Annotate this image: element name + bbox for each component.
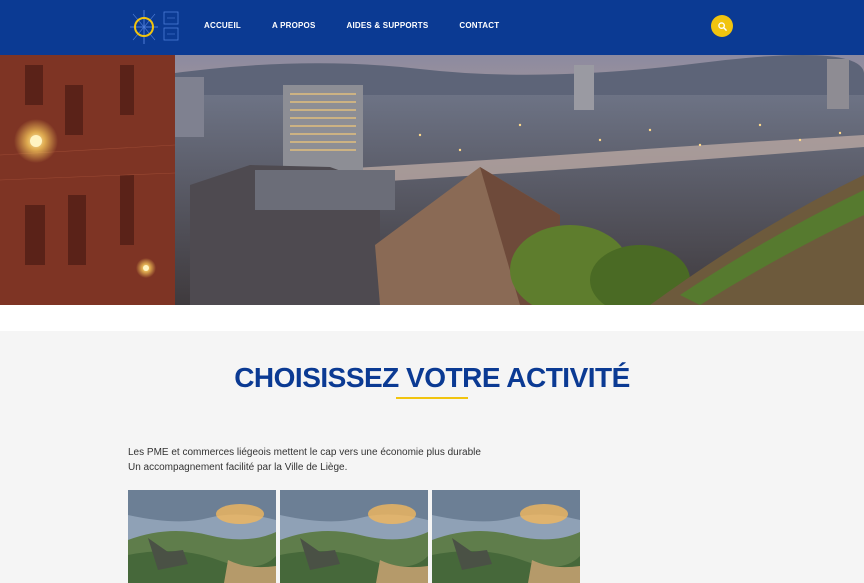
site-header: ACCUEIL A PROPOS AIDES & SUPPORTS CONTAC… [0,0,864,55]
section-title: CHOISISSEZ VOTRE ACTIVITÉ [234,362,630,393]
hero-image [0,55,864,305]
search-icon [717,21,727,31]
nav-contact[interactable]: CONTACT [459,21,499,30]
nav-a-propos[interactable]: A PROPOS [272,21,316,30]
activity-card[interactable] [280,490,428,583]
activity-cards [128,490,584,583]
search-button[interactable] [711,15,733,37]
intro-line-1: Les PME et commerces liégeois mettent le… [128,447,481,458]
nav-accueil[interactable]: ACCUEIL [204,21,241,30]
site-logo[interactable] [128,8,180,46]
nav-aides-supports[interactable]: AIDES & SUPPORTS [347,21,429,30]
intro-line-2: Un accompagnement facilité par la Ville … [128,462,348,473]
intro-text: Les PME et commerces liégeois mettent le… [128,445,481,475]
title-underline [396,397,468,399]
main-nav: ACCUEIL A PROPOS AIDES & SUPPORTS CONTAC… [204,21,530,30]
activity-card[interactable] [432,490,580,583]
spacer-band [0,305,864,331]
activity-card[interactable] [128,490,276,583]
